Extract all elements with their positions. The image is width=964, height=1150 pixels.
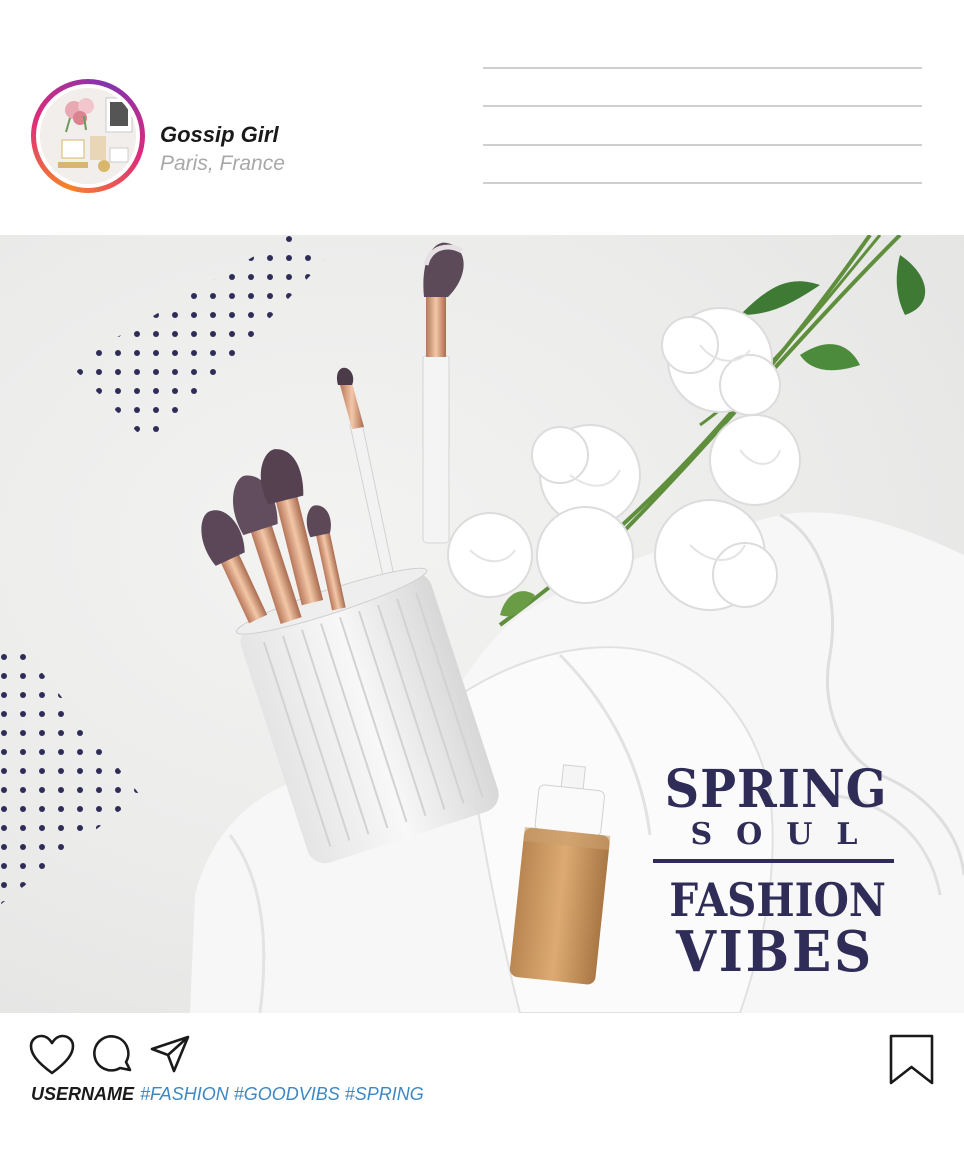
avatar[interactable] xyxy=(31,79,145,193)
comment-icon[interactable] xyxy=(92,1034,134,1076)
heart-icon[interactable] xyxy=(29,1034,75,1076)
post-card: Gossip Girl Paris, France SPRING SOUL FA… xyxy=(0,0,964,1150)
bookmark-icon[interactable] xyxy=(888,1034,936,1086)
share-icon[interactable] xyxy=(150,1035,192,1075)
headline-vibes: VIBES xyxy=(676,919,874,985)
caption-username[interactable]: USERNAME xyxy=(31,1084,134,1104)
text-placeholder-line xyxy=(483,105,922,107)
headline-spring: SPRING xyxy=(664,759,888,820)
text-placeholder-line xyxy=(483,67,922,69)
dot-pattern-left xyxy=(0,645,140,905)
text-placeholder-line xyxy=(483,144,922,146)
headline-divider xyxy=(653,859,894,863)
location-label[interactable]: Paris, France xyxy=(160,152,285,176)
makeup-brush-thin xyxy=(336,367,399,600)
post-image[interactable]: SPRING SOUL FASHION VIBES xyxy=(0,235,964,1013)
caption-hashtags[interactable]: #FASHION #GOODVIBS #SPRING xyxy=(140,1084,424,1104)
dot-pattern-top xyxy=(70,235,325,445)
account-name[interactable]: Gossip Girl xyxy=(160,122,279,148)
makeup-brush-large xyxy=(422,242,464,544)
text-placeholder-line xyxy=(483,182,922,184)
avatar-image xyxy=(40,88,136,184)
headline-soul: SOUL xyxy=(690,817,882,852)
caption: USERNAME #FASHION #GOODVIBS #SPRING xyxy=(31,1084,424,1105)
